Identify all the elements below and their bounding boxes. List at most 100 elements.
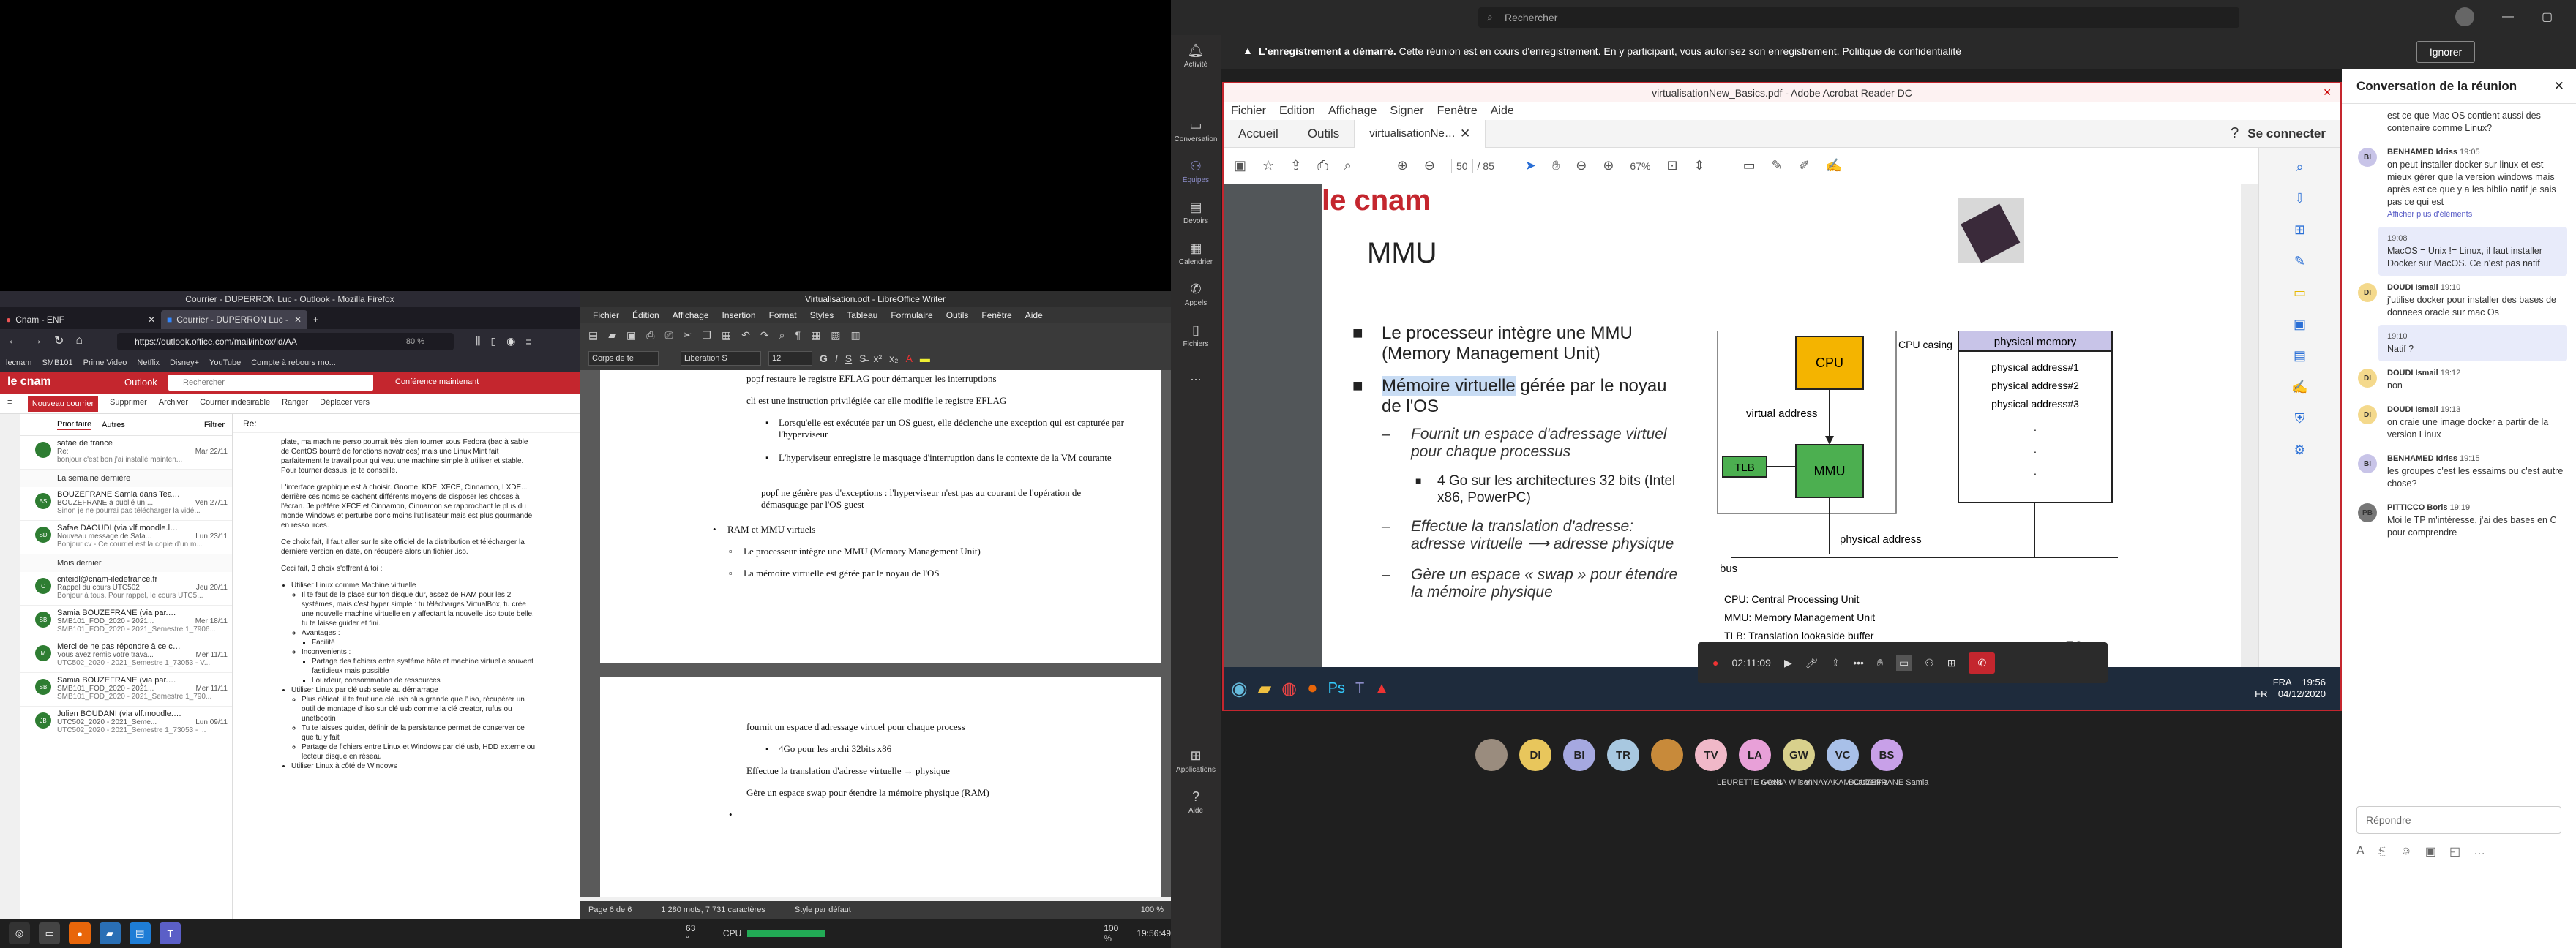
protect-icon[interactable]: ⛨ [2295, 411, 2305, 426]
new-doc-icon[interactable]: ▤ [588, 329, 598, 342]
export-pdf-icon[interactable]: ⇩ [2294, 191, 2305, 206]
highlight-icon[interactable]: ✎ [1772, 158, 1783, 173]
zoom-out-icon[interactable]: ⊖ [1576, 158, 1587, 173]
tab-home[interactable]: Accueil [1224, 120, 1293, 148]
sign-in-button[interactable]: Se connecter [2247, 127, 2326, 141]
writer-icon[interactable]: ▤ [129, 922, 151, 944]
print-icon[interactable]: ⎙ [1317, 158, 1328, 173]
participant-avatar[interactable]: VC [1827, 739, 1859, 771]
participant-avatar[interactable]: BI [1563, 739, 1595, 771]
font-size-select[interactable]: 12 [768, 351, 812, 366]
meet-now-button[interactable]: Conférence maintenant [395, 377, 479, 386]
prev-page-icon[interactable]: ⊕ [1397, 158, 1408, 173]
close-icon[interactable]: ✕ [2554, 79, 2564, 94]
font-color-icon[interactable]: A [906, 353, 913, 364]
desktop-icon[interactable]: ▭ [39, 922, 61, 944]
table-icon[interactable]: ▦ [811, 329, 820, 342]
breakout-icon[interactable]: ⊞ [1947, 657, 1956, 669]
participant-avatar[interactable]: BS [1871, 739, 1903, 771]
zoom-search-icon[interactable]: ⌕ [1344, 158, 1352, 173]
list-item[interactable]: SB Samia BOUZEFRANE (via par.moodle.lecna… [20, 673, 232, 707]
more-actions-icon[interactable]: ••• [1853, 657, 1864, 669]
document-page-1[interactable]: popf restaure le registre EFLAG pour dém… [600, 370, 1161, 663]
help-icon[interactable]: ? [2231, 125, 2239, 142]
next-page-icon[interactable]: ⊖ [1424, 158, 1435, 173]
fit-page-icon[interactable]: ⊡ [1666, 158, 1677, 173]
edit-pdf-icon[interactable]: ✎ [2294, 254, 2305, 269]
share-screen-icon[interactable]: ⇪ [1832, 657, 1841, 669]
zoom-indicator[interactable]: 80 % [406, 337, 424, 346]
list-item[interactable]: BS BOUZEFRANE Samia dans Teams BOUZEFRANE … [20, 487, 232, 521]
export-pdf-icon[interactable]: ⎙ [646, 329, 654, 342]
font-name-select[interactable]: Liberation S [681, 351, 761, 366]
list-item[interactable]: safae de france Re: Mar 22/11 bonjour c'est… [20, 436, 232, 470]
mic-icon[interactable]: 🎤︎ [1805, 657, 1819, 669]
create-pdf-icon[interactable]: ⊞ [2294, 222, 2305, 238]
list-item[interactable]: SD Safae DAOUDI (via vlf.moodle.lecnam.ne… [20, 521, 232, 554]
draw-icon[interactable]: ✐ [1799, 158, 1810, 173]
rail-more[interactable]: ... [1171, 356, 1221, 396]
zoom-in-icon[interactable]: ⊕ [1603, 158, 1614, 173]
bookmark-youtube[interactable]: YouTube [209, 358, 241, 367]
paste-icon[interactable]: ▦ [722, 329, 731, 342]
bookmark-disney[interactable]: Disney+ [170, 358, 199, 367]
bookmark-smb101[interactable]: SMB101 [42, 358, 72, 367]
cut-icon[interactable]: ✂ [684, 329, 692, 342]
home-icon[interactable]: ⌂ [75, 334, 83, 347]
bookmark-netflix[interactable]: Netflix [137, 358, 160, 367]
teams-icon[interactable]: T [159, 922, 181, 944]
organize-icon[interactable]: ▤ [2294, 348, 2306, 364]
show-more-link[interactable]: Afficher plus d'éléments [2387, 208, 2564, 221]
scroll-mode-icon[interactable]: ⇕ [1694, 158, 1705, 173]
superscript-icon[interactable]: x² [873, 353, 882, 364]
underline-icon[interactable]: S [845, 353, 852, 364]
participant-avatar[interactable]: LA [1739, 739, 1771, 771]
sticker-icon[interactable]: ◰ [2449, 844, 2460, 859]
tab-cnam[interactable]: ● Cnam - ENF ✕ [0, 310, 161, 329]
zoom-level[interactable]: 100 % [1141, 906, 1164, 914]
acro-menu-aide[interactable]: Aide [1491, 105, 1514, 118]
pdf-scrollbar[interactable] [2241, 184, 2258, 667]
bookmark-lecnam[interactable]: lecnam [6, 358, 31, 367]
menu-format[interactable]: Format [769, 310, 797, 320]
participant-avatar[interactable]: TR [1607, 739, 1639, 771]
find-icon[interactable]: ⌕ [779, 329, 785, 342]
page-navigator[interactable]: 50 / 85 [1450, 158, 1494, 173]
highlight-icon[interactable]: ▬ [920, 353, 930, 364]
redo-icon[interactable]: ↷ [760, 329, 769, 342]
acro-menu-signer[interactable]: Signer [1390, 105, 1423, 118]
tab-document[interactable]: virtualisationNew_B...✕ [1354, 119, 1486, 148]
italic-icon[interactable]: I [835, 353, 838, 364]
rail-apps[interactable]: ⊞ Applications [1171, 740, 1221, 781]
rail-help[interactable]: ? Aide [1171, 781, 1221, 822]
emoji-icon[interactable]: ☺ [2400, 845, 2411, 858]
subscript-icon[interactable]: x₂ [889, 353, 898, 364]
raise-hand-icon[interactable]: ✋︎ [1877, 657, 1883, 669]
files-icon[interactable]: ▰ [99, 922, 121, 944]
search-icon[interactable]: ⌕ [2296, 159, 2303, 175]
document-page-2[interactable]: fournit un espace d'adressage virtuel po… [600, 677, 1161, 897]
image-icon[interactable]: ▨ [831, 329, 840, 342]
avatar[interactable] [2455, 7, 2474, 26]
bookmark-countdown[interactable]: Compte à rebours mo... [251, 358, 336, 367]
participant-avatar[interactable]: DI [1519, 739, 1551, 771]
close-icon[interactable]: ✕ [1460, 127, 1470, 141]
back-icon[interactable]: ← [7, 334, 19, 347]
more-icon[interactable]: … [2474, 845, 2485, 858]
rail-teams[interactable]: ⚇ Équipes [1171, 151, 1221, 192]
close-icon[interactable]: ✕ [148, 315, 155, 325]
fill-sign-icon[interactable]: ✍ [1826, 158, 1842, 173]
tab-outlook[interactable]: ■ Courrier - DUPERRON Luc - ✕ [161, 310, 307, 329]
junk-button[interactable]: Courrier indésirable [200, 398, 270, 407]
tab-other[interactable]: Autres [102, 421, 125, 429]
delete-button[interactable]: Supprimer [110, 398, 147, 407]
pdf-slide[interactable]: le cnam MMU ■ Le processeur intègre une … [1322, 184, 2273, 667]
archive-button[interactable]: Archiver [159, 398, 188, 407]
hamburger-icon[interactable]: ≡ [7, 398, 12, 407]
menu-formulaire[interactable]: Formulaire [891, 310, 932, 320]
hang-up-button[interactable]: ✆ [1969, 652, 1996, 674]
forward-icon[interactable]: → [31, 334, 42, 347]
minimize-icon[interactable]: — [2502, 10, 2514, 23]
library-icon[interactable]: ⫼ [476, 335, 480, 347]
paragraph-style-select[interactable]: Corps de te [588, 351, 659, 366]
